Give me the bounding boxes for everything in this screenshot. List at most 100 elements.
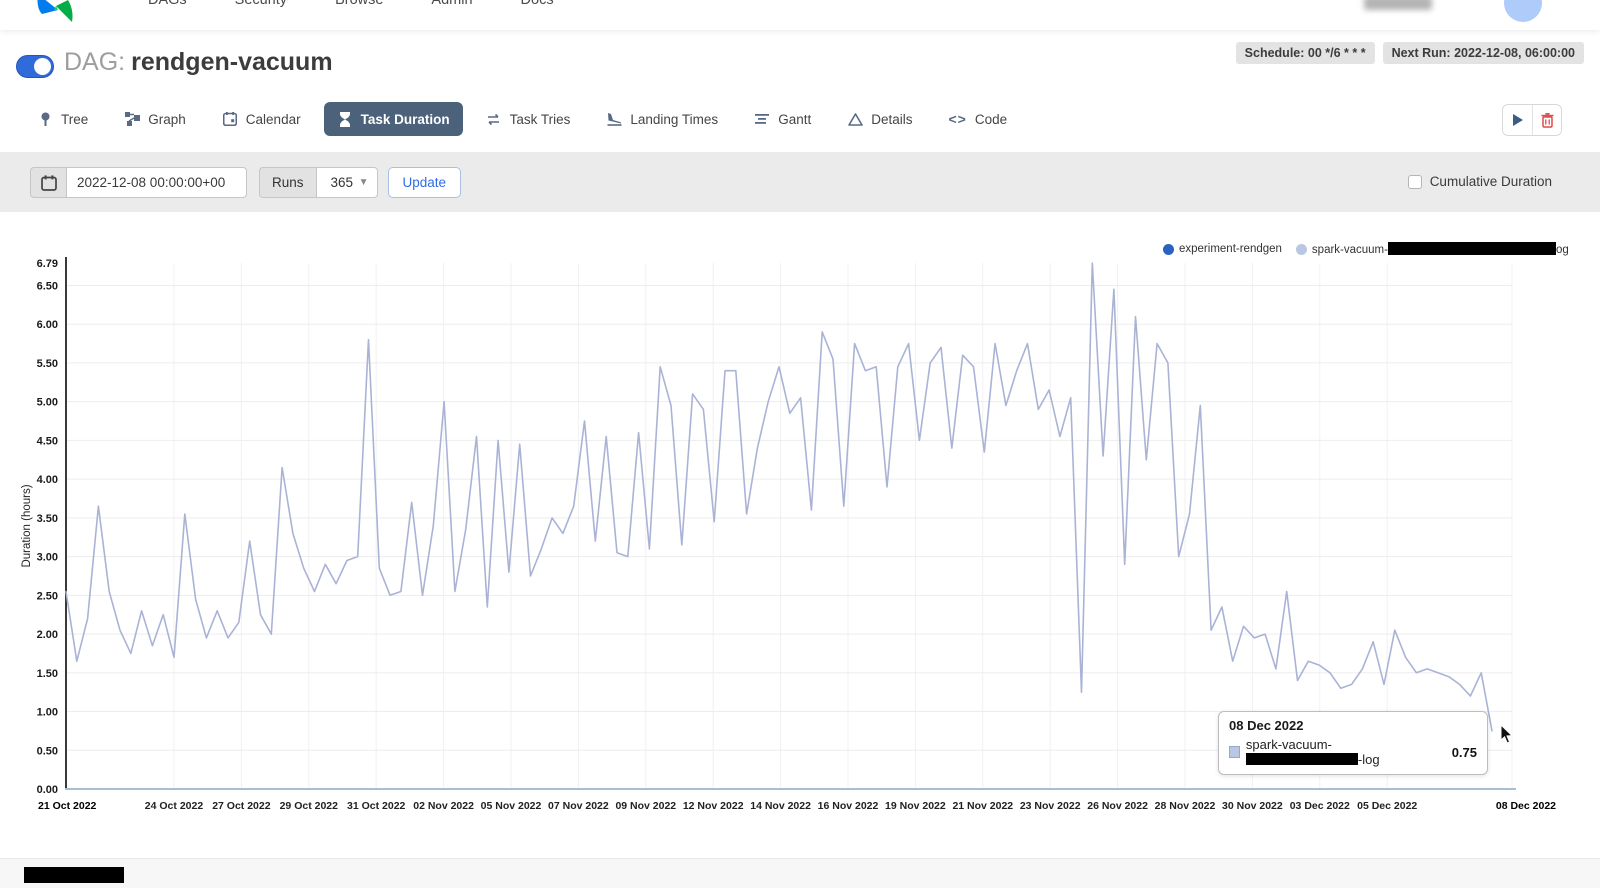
airflow-logo-icon[interactable] [32, 0, 78, 30]
svg-text:1.00: 1.00 [37, 707, 58, 719]
page-title: DAG:rendgen-vacuum [64, 48, 333, 77]
tab-label: Tree [61, 112, 88, 127]
tooltip-value: 0.75 [1452, 745, 1477, 760]
nav-item-admin[interactable]: Admin [431, 0, 472, 12]
tab-gantt[interactable]: Gantt [741, 102, 824, 136]
cumulative-duration-label: Cumulative Duration [1430, 174, 1552, 189]
calendar-icon [222, 111, 238, 127]
delete-dag-button[interactable] [1532, 105, 1561, 135]
svg-text:09 Nov 2022: 09 Nov 2022 [615, 800, 676, 812]
svg-text:5.50: 5.50 [37, 358, 58, 370]
svg-text:08 Dec 2022: 08 Dec 2022 [1496, 800, 1556, 812]
svg-text:3.50: 3.50 [37, 513, 58, 525]
update-button[interactable]: Update [388, 167, 462, 198]
tooltip-date: 08 Dec 2022 [1229, 718, 1477, 733]
avatar[interactable] [1504, 0, 1542, 22]
top-nav-bar: DAGs Security Browse Admin Docs [0, 0, 1600, 30]
svg-text:6.79: 6.79 [37, 258, 58, 270]
tab-label: Task Tries [510, 112, 571, 127]
graph-nodes-icon [124, 111, 140, 127]
tab-graph[interactable]: Graph [111, 102, 199, 136]
svg-text:26 Nov 2022: 26 Nov 2022 [1087, 800, 1148, 812]
tab-details[interactable]: Details [834, 102, 925, 136]
gantt-bars-icon [754, 111, 770, 127]
tab-landing-times[interactable]: Landing Times [593, 102, 731, 136]
svg-text:5.00: 5.00 [37, 397, 58, 409]
svg-text:4.50: 4.50 [37, 435, 58, 447]
view-tabs-row: Tree Graph Calendar Task Duration Task T… [0, 98, 1600, 144]
tab-task-duration[interactable]: Task Duration [324, 102, 463, 136]
tab-code[interactable]: <> Code [935, 102, 1020, 136]
tab-label: Code [975, 112, 1007, 127]
filter-bar: Runs 365 ▼ Update Cumulative Duration [0, 152, 1600, 212]
tab-tree[interactable]: Tree [24, 102, 101, 136]
svg-text:2.50: 2.50 [37, 590, 58, 602]
svg-text:0.00: 0.00 [37, 784, 58, 796]
svg-text:14 Nov 2022: 14 Nov 2022 [750, 800, 811, 812]
tooltip-series-label: spark-vacuum--log [1246, 737, 1442, 767]
svg-text:4.00: 4.00 [37, 474, 58, 486]
svg-text:23 Nov 2022: 23 Nov 2022 [1020, 800, 1081, 812]
tab-calendar[interactable]: Calendar [209, 102, 314, 136]
dag-pause-toggle[interactable] [16, 55, 54, 78]
runs-value: 365 [331, 175, 354, 190]
num-runs-select[interactable]: 365 ▼ [316, 167, 378, 198]
repeat-icon [486, 111, 502, 127]
base-date-input[interactable] [67, 167, 247, 198]
tab-task-tries[interactable]: Task Tries [473, 102, 584, 136]
warning-triangle-icon [847, 111, 863, 127]
dag-header: DAG:rendgen-vacuum Schedule: 00 */6 * * … [0, 30, 1600, 98]
svg-text:02 Nov 2022: 02 Nov 2022 [413, 800, 474, 812]
svg-text:05 Nov 2022: 05 Nov 2022 [481, 800, 542, 812]
footer [0, 858, 1600, 888]
svg-text:24 Oct 2022: 24 Oct 2022 [145, 800, 204, 812]
redacted-text-bar [24, 867, 124, 883]
trigger-dag-button[interactable] [1503, 105, 1532, 135]
next-run-badge: Next Run: 2022-12-08, 06:00:00 [1383, 42, 1584, 64]
svg-text:03 Dec 2022: 03 Dec 2022 [1290, 800, 1350, 812]
nav-item-security[interactable]: Security [235, 0, 287, 12]
svg-text:07 Nov 2022: 07 Nov 2022 [548, 800, 609, 812]
tooltip-series-swatch [1229, 746, 1240, 758]
svg-text:12 Nov 2022: 12 Nov 2022 [683, 800, 744, 812]
svg-text:Duration (hours): Duration (hours) [21, 484, 33, 567]
svg-text:27 Oct 2022: 27 Oct 2022 [212, 800, 271, 812]
redaction-bar [1246, 753, 1358, 765]
nav-menu: DAGs Security Browse Admin Docs [148, 0, 554, 12]
cumulative-duration-checkbox[interactable] [1408, 175, 1422, 189]
chevron-down-icon: ▼ [359, 177, 369, 188]
svg-text:6.00: 6.00 [37, 319, 58, 331]
nav-item-docs[interactable]: Docs [521, 0, 554, 12]
schedule-badge: Schedule: 00 */6 * * * [1236, 42, 1375, 64]
svg-text:21 Nov 2022: 21 Nov 2022 [952, 800, 1013, 812]
calendar-icon [41, 175, 57, 191]
tab-label: Task Duration [361, 112, 450, 127]
pin-icon [37, 111, 53, 127]
svg-text:29 Oct 2022: 29 Oct 2022 [280, 800, 339, 812]
date-picker-button[interactable] [30, 167, 67, 198]
svg-text:21 Oct 2022: 21 Oct 2022 [38, 800, 97, 812]
tab-label: Graph [148, 112, 186, 127]
play-icon [1512, 114, 1523, 126]
svg-text:2.00: 2.00 [37, 629, 58, 641]
clock-text [1364, 0, 1432, 10]
svg-text:1.50: 1.50 [37, 668, 58, 680]
mouse-cursor [1500, 725, 1516, 750]
svg-text:6.50: 6.50 [37, 280, 58, 292]
nav-item-browse[interactable]: Browse [335, 0, 383, 12]
trash-icon [1541, 113, 1554, 128]
tab-label: Calendar [246, 112, 301, 127]
dag-name: rendgen-vacuum [131, 48, 332, 76]
runs-label: Runs [259, 167, 316, 198]
toggle-knob [34, 58, 51, 75]
hourglass-icon [337, 111, 353, 127]
code-brackets-icon: <> [948, 111, 966, 127]
chart-tooltip: 08 Dec 2022 spark-vacuum--log 0.75 [1218, 711, 1488, 775]
svg-text:05 Dec 2022: 05 Dec 2022 [1357, 800, 1417, 812]
plane-landing-icon [606, 111, 622, 127]
tab-label: Landing Times [630, 112, 718, 127]
svg-text:31 Oct 2022: 31 Oct 2022 [347, 800, 406, 812]
nav-item-dags[interactable]: DAGs [148, 0, 187, 12]
svg-text:3.00: 3.00 [37, 552, 58, 564]
tab-label: Gantt [778, 112, 811, 127]
